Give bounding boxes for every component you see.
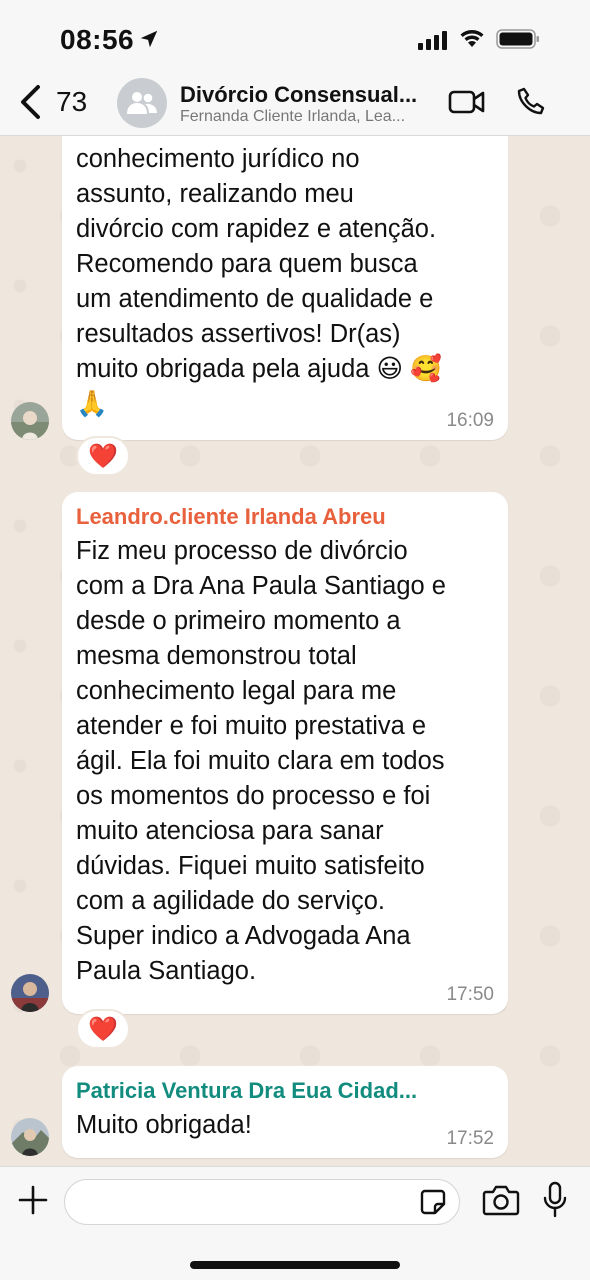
message-list[interactable]: conhecimento jurídico no assunto, realiz… — [0, 136, 590, 1166]
heart-reaction[interactable]: ❤️ — [76, 436, 130, 476]
status-time: 08:56 — [60, 24, 135, 55]
unread-count[interactable]: 73 — [56, 86, 87, 118]
chat-participants[interactable]: Fernanda Cliente Irlanda, Lea... — [180, 108, 440, 126]
message-time: 17:52 — [446, 1128, 494, 1149]
message-text: Muito obrigada! — [76, 1111, 252, 1139]
chat-header: 73 Divórcio Consensual... Fernanda Clien… — [0, 70, 590, 136]
microphone-icon[interactable] — [542, 1181, 568, 1219]
message-bubble[interactable]: Leandro.cliente Irlanda Abreu Fiz meu pr… — [62, 492, 508, 1014]
group-people-icon — [127, 92, 157, 114]
battery-icon — [496, 29, 539, 49]
message-input[interactable] — [64, 1179, 460, 1225]
sender-avatar[interactable] — [11, 974, 49, 1012]
phone-call-icon[interactable] — [516, 86, 546, 116]
message-bubble[interactable]: Patricia Ventura Dra Eua Cidad... Muito … — [62, 1066, 508, 1158]
message-bubble[interactable]: conhecimento jurídico no assunto, realiz… — [62, 136, 508, 440]
wifi-icon — [460, 30, 484, 47]
message-sender[interactable]: Leandro.cliente Irlanda Abreu — [76, 502, 494, 532]
sender-avatar[interactable] — [11, 1118, 49, 1156]
video-call-icon[interactable] — [448, 88, 486, 116]
home-indicator — [190, 1261, 400, 1269]
back-chevron-icon[interactable] — [16, 84, 44, 120]
location-arrow-icon — [140, 30, 158, 48]
chat-title[interactable]: Divórcio Consensual... — [180, 82, 440, 108]
plus-icon[interactable] — [18, 1185, 48, 1215]
message-text: conhecimento jurídico no assunto, realiz… — [76, 145, 442, 418]
message-sender[interactable]: Patricia Ventura Dra Eua Cidad... — [76, 1076, 494, 1106]
sender-avatar[interactable] — [11, 402, 49, 440]
sticker-icon[interactable] — [420, 1189, 446, 1215]
cellular-signal-icon — [418, 31, 447, 50]
status-bar: 08:56 — [0, 0, 590, 70]
camera-icon[interactable] — [482, 1183, 520, 1217]
composer-bar — [0, 1166, 590, 1280]
message-time: 17:50 — [446, 984, 494, 1005]
group-avatar[interactable] — [117, 78, 167, 128]
heart-reaction[interactable]: ❤️ — [76, 1009, 130, 1049]
message-time: 16:09 — [446, 410, 494, 431]
message-text: Fiz meu processo de divórcio com a Dra A… — [76, 537, 446, 985]
